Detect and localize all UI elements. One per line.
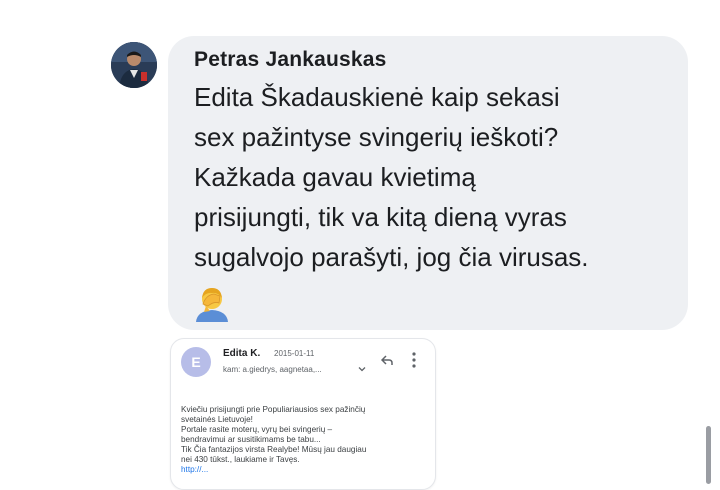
- email-body-line: Kviečiu prisijungti prie Populiariausios…: [181, 405, 366, 414]
- sender-name[interactable]: Petras Jankauskas: [194, 48, 387, 72]
- person-facepalming-icon: [196, 288, 228, 322]
- email-recipients: kam: a.giedrys, aagnetaa,...: [223, 365, 322, 374]
- chevron-down-icon: [358, 367, 366, 372]
- message-line: prisijungti, tik va kitą dieną vyras: [194, 202, 567, 232]
- email-sender: Edita K.: [223, 348, 261, 359]
- email-body-line: nei 430 tūkst., laukiame ir Tavęs.: [181, 455, 300, 464]
- email-avatar: E: [181, 347, 211, 377]
- email-link: http://...: [181, 465, 209, 474]
- message-line: sugalvojo parašyti, jog čia virusas.: [194, 242, 589, 272]
- email-body-line: bendravimui ar susitikimams be tabu...: [181, 435, 321, 444]
- message-bubble: Petras Jankauskas Edita Škadauskienė kai…: [168, 36, 688, 330]
- avatar[interactable]: [111, 42, 157, 88]
- profile-photo: [111, 42, 157, 88]
- previous-message-fragment: [186, 0, 720, 6]
- email-body-line: svetainės Lietuvoje!: [181, 415, 253, 424]
- message-text: Edita Škadauskienė kaip sekasi sex pažin…: [194, 77, 680, 277]
- reply-icon: [380, 355, 393, 365]
- email-body-line: Portale rasite moterų, vyrų bei svingeri…: [181, 425, 333, 434]
- scrollbar-thumb[interactable]: [706, 426, 711, 484]
- email-date: 2015-01-11: [274, 349, 315, 358]
- message-line: sex pažintyse svingerių ieškoti?: [194, 122, 559, 152]
- message-line: Kažkada gavau kvietimą: [194, 162, 476, 192]
- email-body: Kviečiu prisijungti prie Populiariausios…: [181, 405, 431, 475]
- more-vertical-icon: [412, 352, 416, 368]
- message-line: Edita Škadauskienė kaip sekasi: [194, 82, 560, 112]
- email-screenshot[interactable]: E Edita K. 2015-01-11 kam: a.giedrys, aa…: [170, 338, 436, 490]
- email-body-line: Tik Čia fantazijos virsta Realybe! Mūsų …: [181, 445, 367, 454]
